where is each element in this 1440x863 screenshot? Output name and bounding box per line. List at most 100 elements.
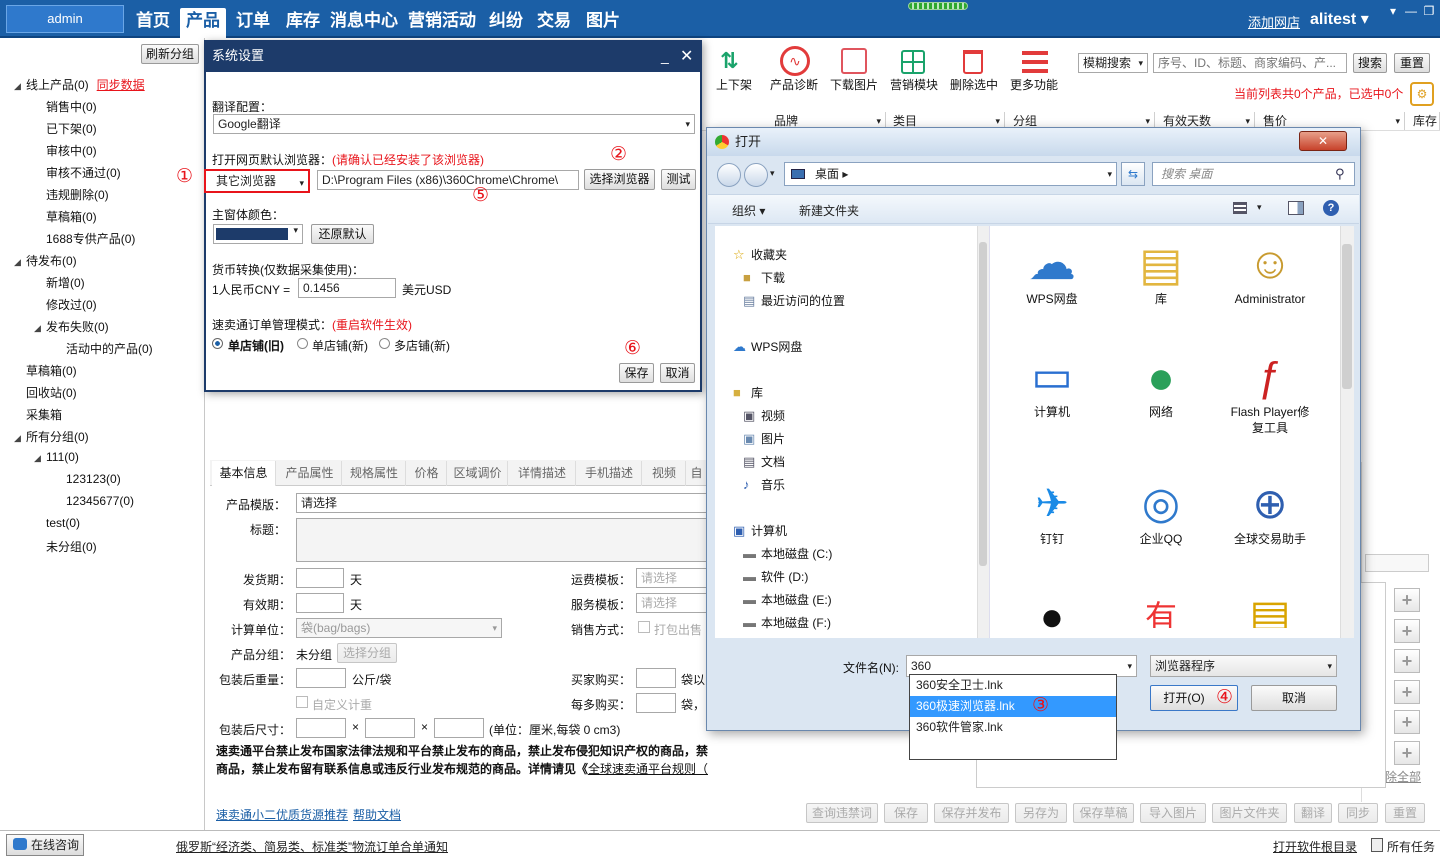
new-folder-button[interactable]: 新建文件夹 xyxy=(799,202,859,219)
color-select[interactable]: ▾ xyxy=(213,224,303,244)
choose-group-button[interactable]: 选择分组 xyxy=(337,643,397,663)
size-height[interactable] xyxy=(434,718,484,738)
tab-6[interactable]: 手机描述 xyxy=(577,461,642,486)
preview-pane-icon[interactable] xyxy=(1288,201,1304,215)
help-icon[interactable]: ? xyxy=(1323,200,1339,216)
weight-field[interactable] xyxy=(296,668,346,688)
refresh-groups-button[interactable]: 刷新分组 xyxy=(141,44,199,64)
tab-3[interactable]: 价格 xyxy=(407,461,447,486)
window-minimize-icon[interactable]: — xyxy=(1404,4,1418,18)
bottom-button-6[interactable]: 图片文件夹 xyxy=(1212,803,1287,823)
toolbar-label-3[interactable]: 营销模块 xyxy=(884,76,944,93)
tree-item[interactable]: ◢ 线上产品(0) 同步数据 xyxy=(14,76,145,93)
column-settings-icon[interactable]: ⚙ xyxy=(1410,82,1434,106)
reset-button[interactable]: 重置 xyxy=(1394,53,1430,73)
radio-single-old[interactable] xyxy=(212,338,223,349)
save-button[interactable]: 保存 xyxy=(619,363,654,383)
file-item[interactable]: ▤ 库 xyxy=(1118,233,1204,321)
open-cancel-button[interactable]: 取消 xyxy=(1251,685,1337,711)
tree-item[interactable]: 草稿箱(0) xyxy=(14,362,77,379)
file-item[interactable]: ƒ Flash Player修复工具 xyxy=(1227,346,1313,434)
nav-scroll-thumb[interactable] xyxy=(979,242,987,566)
tree-item[interactable]: 审核中(0) xyxy=(34,142,97,159)
file-item[interactable]: 有有道 xyxy=(1118,586,1204,628)
nav-pane-item[interactable]: ▬ 本地磁盘 (F:) xyxy=(743,614,831,630)
account-menu[interactable]: alitest ▾ xyxy=(1310,9,1369,29)
open-dir-link[interactable]: 打开软件根目录 xyxy=(1273,838,1357,855)
refresh-icon[interactable]: ⇆ xyxy=(1121,162,1145,186)
add-image-icon[interactable]: + xyxy=(1394,588,1420,612)
nav-pane-item[interactable]: ▬ 本地磁盘 (C:) xyxy=(743,545,832,561)
add-shop-link[interactable]: 添加网店 xyxy=(1248,12,1300,31)
custom-weight-checkbox[interactable] xyxy=(296,696,308,708)
filename-dropdown-icon[interactable]: ▾ xyxy=(1127,656,1132,676)
expand-arrow-icon[interactable]: ◢ xyxy=(34,453,46,464)
nav-item[interactable]: 首页 xyxy=(131,8,175,38)
freight-select[interactable]: 请选择 xyxy=(636,568,708,588)
tree-item[interactable]: 12345677(0) xyxy=(54,494,134,508)
pack-sale-checkbox[interactable] xyxy=(638,621,650,633)
tab-4[interactable]: 区域调价 xyxy=(448,461,508,486)
logistics-notice[interactable]: 俄罗斯“经济类、简易类、标准类”物流订单合单通知 xyxy=(176,838,448,855)
bottom-button-5[interactable]: 导入图片 xyxy=(1140,803,1206,823)
close-icon[interactable]: ✕ xyxy=(1299,131,1347,151)
nav-item[interactable]: 产品 xyxy=(180,8,226,38)
each-field[interactable] xyxy=(636,693,676,713)
bottom-button-3[interactable]: 另存为 xyxy=(1015,803,1067,823)
sync-data-link[interactable]: 同步数据 xyxy=(97,78,145,92)
view-chevron-icon[interactable]: ▾ xyxy=(1257,202,1262,213)
file-item[interactable]: ▤ xyxy=(1227,586,1313,628)
expand-arrow-icon[interactable]: ◢ xyxy=(14,433,26,444)
add-image-icon[interactable]: + xyxy=(1394,649,1420,673)
nav-pane-item[interactable]: ▤ 最近访问的位置 xyxy=(743,292,845,308)
tree-item[interactable]: 未分组(0) xyxy=(34,538,97,555)
nav-item[interactable]: 订单 xyxy=(231,8,275,38)
nav-pane-item[interactable]: ☁ WPS网盘 xyxy=(733,338,802,354)
title-field[interactable] xyxy=(296,518,708,562)
toolbar-label-4[interactable]: 删除选中 xyxy=(944,76,1004,93)
column-header[interactable]: 库存 xyxy=(1409,112,1440,130)
tree-item[interactable]: 新增(0) xyxy=(34,274,85,291)
bottom-button-1[interactable]: 保存 xyxy=(884,803,928,823)
size-width[interactable] xyxy=(365,718,415,738)
search-icon[interactable]: ⚲ xyxy=(1335,166,1345,182)
dialog-minimize-icon[interactable]: _ xyxy=(661,48,669,64)
add-image-icon[interactable]: + xyxy=(1394,618,1420,643)
file-item[interactable]: ☺ Administrator xyxy=(1227,233,1313,321)
template-select[interactable]: 请选择 xyxy=(296,493,708,513)
expand-arrow-icon[interactable]: ◢ xyxy=(14,257,26,268)
chevron-down-icon[interactable]: ▾ xyxy=(1395,112,1400,130)
back-icon[interactable] xyxy=(717,163,741,187)
tab-2[interactable]: 规格属性 xyxy=(343,461,406,486)
tree-item[interactable]: ◢ 111(0) xyxy=(34,450,79,464)
service-select[interactable]: 请选择 xyxy=(636,593,708,613)
marketing-icon[interactable] xyxy=(901,50,925,74)
browser-path-field[interactable]: D:\Program Files (x86)\360Chrome\Chrome\ xyxy=(317,170,579,190)
bottom-button-8[interactable]: 同步 xyxy=(1338,803,1378,823)
tab-5[interactable]: 详情描述 xyxy=(509,461,576,486)
unit-select[interactable]: 袋(bag/bags) ▾ xyxy=(296,618,502,638)
history-chevron-icon[interactable]: ▾ xyxy=(770,168,775,179)
tab-7[interactable]: 视频 xyxy=(643,461,686,486)
user-badge[interactable]: admin xyxy=(6,5,124,33)
file-item[interactable]: ● 网络 xyxy=(1118,346,1204,434)
tree-item[interactable]: 1688专供产品(0) xyxy=(34,230,135,247)
nav-pane-item[interactable]: ■ 下载 xyxy=(743,269,785,285)
bottom-button-9[interactable]: 重置 xyxy=(1385,803,1425,823)
organize-menu[interactable]: 组织 ▾ xyxy=(732,202,765,219)
tree-item[interactable]: 123123(0) xyxy=(54,472,121,486)
nav-item[interactable]: 营销活动 xyxy=(405,8,479,38)
add-image-icon[interactable]: + xyxy=(1394,710,1420,734)
size-length[interactable] xyxy=(296,718,346,738)
bottom-button-2[interactable]: 保存并发布 xyxy=(934,803,1009,823)
consult-button[interactable]: 在线咨询 xyxy=(6,834,84,856)
tree-item[interactable]: ◢ 待发布(0) xyxy=(14,252,77,269)
tree-item[interactable]: 草稿箱(0) xyxy=(34,208,97,225)
help-link[interactable]: 帮助文档 xyxy=(353,806,401,823)
tree-item[interactable]: test(0) xyxy=(34,516,80,530)
tree-item[interactable]: 审核不通过(0) xyxy=(34,164,121,181)
tree-item[interactable]: 活动中的产品(0) xyxy=(54,340,153,357)
radio-single-new[interactable] xyxy=(297,338,308,349)
suggestion-item[interactable]: 360安全卫士.lnk xyxy=(910,675,1116,696)
bottom-button-4[interactable]: 保存草稿 xyxy=(1073,803,1134,823)
